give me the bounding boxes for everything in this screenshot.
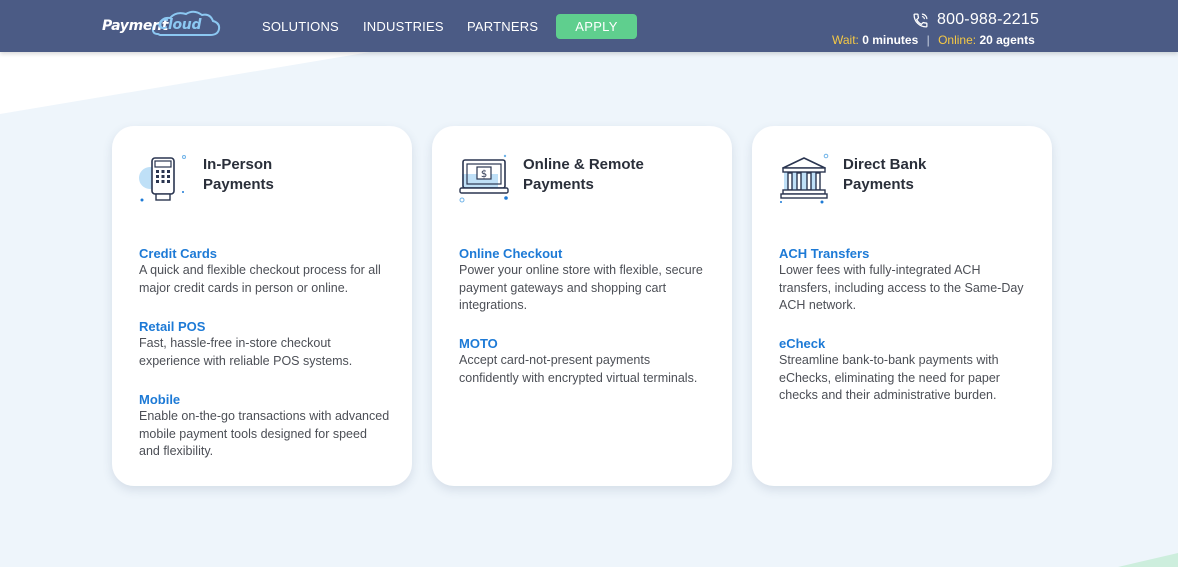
bank-icon bbox=[780, 153, 829, 204]
section-credit-cards: Credit Cards A quick and flexible checko… bbox=[139, 245, 391, 297]
paymentcloud-logo[interactable]: Payment Cloud bbox=[100, 8, 225, 42]
wait-value: 0 minutes bbox=[862, 33, 919, 47]
section-desc: A quick and flexible checkout process fo… bbox=[139, 263, 381, 295]
site-header: Payment Cloud SOLUTIONS INDUSTRIES PARTN… bbox=[0, 0, 1178, 52]
section-mobile: Mobile Enable on-the-go transactions wit… bbox=[139, 391, 391, 461]
laptop-dollar-icon: $ bbox=[459, 154, 509, 203]
section-desc: Enable on-the-go transactions with advan… bbox=[139, 409, 390, 458]
phone-number[interactable]: 800-988-2215 bbox=[937, 11, 1039, 29]
nav-partners[interactable]: PARTNERS bbox=[467, 19, 538, 34]
section-link-mobile[interactable]: Mobile bbox=[139, 391, 391, 408]
section-desc: Lower fees with fully-integrated ACH tra… bbox=[779, 263, 1024, 312]
section-desc: Accept card-not-present payments confide… bbox=[459, 353, 698, 385]
wait-label: Wait: bbox=[832, 33, 859, 47]
svg-text:$: $ bbox=[481, 169, 487, 180]
card-title: Direct Bank Payments bbox=[843, 155, 1023, 195]
section-link-retail-pos[interactable]: Retail POS bbox=[139, 318, 391, 335]
apply-button[interactable]: APPLY bbox=[556, 14, 637, 39]
section-echeck: eCheck Streamline bank-to-bank payments … bbox=[779, 335, 1031, 405]
card-title-line2: Payments bbox=[523, 176, 594, 193]
support-status: Wait: 0 minutes | Online: 20 agents bbox=[832, 33, 1035, 47]
section-desc: Streamline bank-to-bank payments with eC… bbox=[779, 353, 1000, 402]
card-title-line1: Direct Bank bbox=[843, 156, 927, 173]
section-link-credit-cards[interactable]: Credit Cards bbox=[139, 245, 391, 262]
card-title-line2: Payments bbox=[843, 176, 914, 193]
section-link-echeck[interactable]: eCheck bbox=[779, 335, 1031, 352]
card-title: Online & Remote Payments bbox=[523, 155, 703, 195]
card-title-line2: Payments bbox=[203, 176, 274, 193]
card-in-person-payments: In-Person Payments Credit Cards A quick … bbox=[112, 126, 412, 486]
status-divider: | bbox=[926, 33, 930, 47]
card-title-line1: In-Person bbox=[203, 156, 273, 173]
card-online-remote-payments: $ Online & Remote Payments Online Checko… bbox=[432, 126, 732, 486]
phone-icon bbox=[913, 12, 928, 28]
nav-solutions[interactable]: SOLUTIONS bbox=[262, 19, 339, 34]
section-link-ach-transfers[interactable]: ACH Transfers bbox=[779, 245, 1031, 262]
card-direct-bank-payments: Direct Bank Payments ACH Transfers Lower… bbox=[752, 126, 1052, 486]
online-label: Online: bbox=[938, 33, 977, 47]
pos-terminal-icon bbox=[139, 155, 186, 202]
card-title: In-Person Payments bbox=[203, 155, 383, 195]
online-value: 20 agents bbox=[979, 33, 1035, 47]
section-desc: Fast, hassle-free in-store checkout expe… bbox=[139, 336, 353, 368]
logo-word-cloud: Cloud bbox=[158, 17, 202, 33]
section-online-checkout: Online Checkout Power your online store … bbox=[459, 245, 711, 315]
section-retail-pos: Retail POS Fast, hassle-free in-store ch… bbox=[139, 318, 391, 370]
section-link-moto[interactable]: MOTO bbox=[459, 335, 711, 352]
decorative-green-accent bbox=[1118, 553, 1178, 567]
nav-industries[interactable]: INDUSTRIES bbox=[363, 19, 444, 34]
section-link-online-checkout[interactable]: Online Checkout bbox=[459, 245, 711, 262]
card-title-line1: Online & Remote bbox=[523, 156, 644, 173]
section-desc: Power your online store with flexible, s… bbox=[459, 263, 703, 312]
section-moto: MOTO Accept card-not-present payments co… bbox=[459, 335, 711, 387]
section-ach-transfers: ACH Transfers Lower fees with fully-inte… bbox=[779, 245, 1031, 315]
phone-contact[interactable]: 800-988-2215 bbox=[912, 10, 1039, 30]
